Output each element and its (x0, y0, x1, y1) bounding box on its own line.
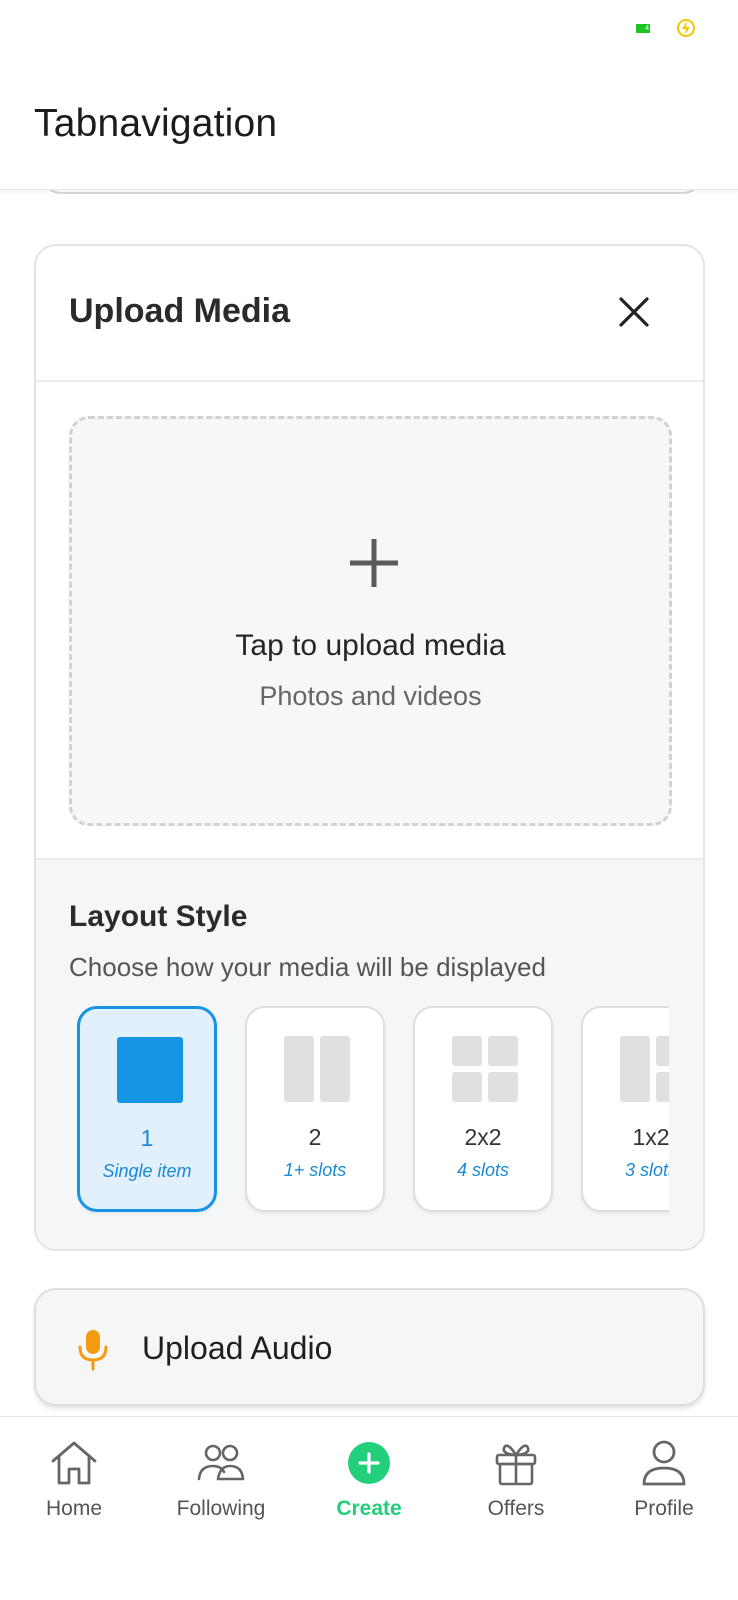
two-column-layout-icon (284, 1036, 350, 1102)
person-icon (642, 1440, 686, 1486)
charging-icon (677, 19, 695, 37)
home-icon (51, 1441, 97, 1485)
media-drop-zone[interactable]: Tap to upload media Photos and videos (69, 416, 672, 826)
status-bar: 4 (0, 0, 738, 60)
microphone-icon (78, 1330, 108, 1371)
layout-option-sublabel: Single item (102, 1161, 192, 1181)
upload-media-title: Upload Media (69, 292, 291, 330)
layout-option-sublabel: 1+ slots (283, 1160, 347, 1180)
upload-media-card: Upload Media Tap to upload media Photos … (34, 244, 705, 1251)
grid-layout-icon (452, 1036, 518, 1102)
layout-option-label: 1 (140, 1125, 154, 1151)
layout-option-grid[interactable]: 2x2 4 slots (413, 1006, 553, 1212)
one-by-two-layout-icon (620, 1036, 669, 1102)
tab-offers-label: Offers (487, 1497, 545, 1520)
tab-create[interactable]: Create (295, 1429, 443, 1529)
layout-style-title: Layout Style (69, 900, 248, 933)
tab-create-label: Create (336, 1497, 402, 1520)
tab-following[interactable]: Following (147, 1429, 295, 1529)
tab-offers[interactable]: Offers (442, 1429, 590, 1529)
battery-level: 4 (645, 25, 649, 32)
single-layout-icon (117, 1037, 183, 1103)
layout-option-label: 2x2 (464, 1124, 502, 1150)
layout-option-sublabel: 4 slots (456, 1160, 510, 1180)
bottom-tab-bar: Home Following Create Offers Profile (0, 1416, 738, 1600)
gift-icon (495, 1444, 537, 1486)
plus-icon (350, 539, 398, 587)
upload-audio-button[interactable]: Upload Audio (34, 1288, 705, 1406)
upload-audio-label: Upload Audio (142, 1330, 333, 1366)
page-title: Tabnavigation (34, 102, 278, 145)
tab-profile-label: Profile (634, 1497, 694, 1520)
plus-circle-icon (348, 1442, 390, 1484)
app-header: Tabnavigation (0, 60, 738, 190)
tab-profile[interactable]: Profile (590, 1429, 738, 1529)
tab-home[interactable]: Home (0, 1429, 148, 1529)
layout-style-description: Choose how your media will be displayed (69, 952, 546, 982)
layout-option-sublabel: 3 slots (624, 1160, 669, 1180)
layout-style-section: Layout Style Choose how your media will … (36, 858, 703, 1249)
layout-option-two[interactable]: 2 1+ slots (245, 1006, 385, 1212)
drop-zone-title: Tap to upload media (235, 629, 506, 662)
card-header: Upload Media (36, 246, 703, 382)
battery-icon: 4 (636, 24, 650, 33)
close-icon[interactable] (612, 290, 656, 334)
layout-option-label: 2 (308, 1124, 322, 1150)
layout-options-scroller[interactable]: 1 Single item 2 1+ slots 2x2 4 slots 1x2… (69, 1000, 669, 1230)
tab-home-label: Home (45, 1497, 103, 1520)
layout-option-one-by-two[interactable]: 1x2 3 slots (581, 1006, 669, 1212)
tab-following-label: Following (176, 1497, 266, 1520)
layout-option-single[interactable]: 1 Single item (77, 1006, 217, 1212)
drop-zone-subtitle: Photos and videos (259, 681, 482, 711)
people-icon (197, 1444, 245, 1481)
layout-option-label: 1x2 (632, 1124, 669, 1150)
